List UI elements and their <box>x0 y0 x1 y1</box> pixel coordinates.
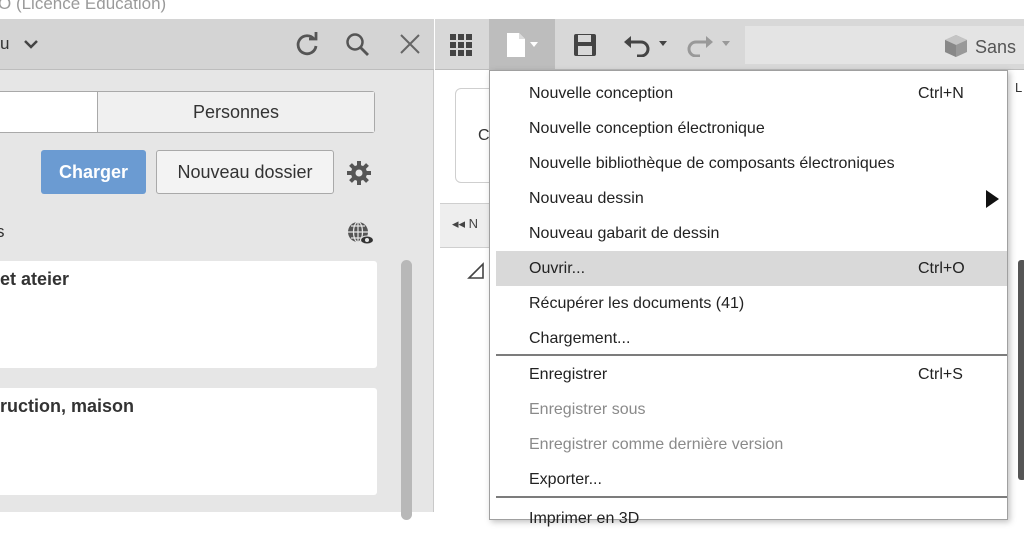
menu-item-shortcut: Ctrl+S <box>918 365 963 383</box>
triangle-icon[interactable] <box>467 262 485 280</box>
file-menu-button[interactable] <box>489 19 555 70</box>
menu-item-label: Enregistrer <box>529 365 608 383</box>
menu-item-shortcut: Ctrl+O <box>918 259 965 277</box>
side-panel-edge <box>1018 260 1024 480</box>
menu-item-exporter[interactable]: Exporter... <box>496 462 1007 497</box>
menu-item-label: Enregistrer sous <box>529 400 646 418</box>
data-panel-toolbar: u <box>0 19 434 70</box>
menu-item-nouvelle-conception[interactable]: Nouvelle conception Ctrl+N <box>496 76 1007 111</box>
menu-item-label: Nouveau gabarit de dessin <box>529 224 720 242</box>
section-label: s <box>0 222 5 241</box>
menu-item-label: Ouvrir... <box>529 259 586 277</box>
menu-item-label: Nouveau dessin <box>529 189 644 207</box>
gear-icon[interactable] <box>345 159 373 187</box>
menu-item-enregistrer-sous[interactable]: Enregistrer sous <box>496 392 1007 427</box>
close-icon[interactable] <box>397 31 423 57</box>
charger-button[interactable]: Charger <box>41 150 146 194</box>
menu-item-label: Récupérer les documents (41) <box>529 294 745 312</box>
menu-item-nouvelle-conception-electronique[interactable]: Nouvelle conception électronique <box>496 111 1007 146</box>
menu-item-chargement[interactable]: Chargement... <box>496 321 1007 356</box>
cube-icon <box>945 35 967 57</box>
menu-item-label: Chargement... <box>529 329 631 347</box>
undo-icon <box>624 35 667 57</box>
menu-separator <box>496 496 1007 498</box>
menu-item-label: Enregistrer comme dernière version <box>529 435 784 453</box>
refresh-icon[interactable] <box>294 31 320 57</box>
menu-separator <box>496 354 1007 356</box>
save-button[interactable] <box>565 19 605 70</box>
timeline-bar-label[interactable]: ◂◂ N <box>452 216 478 232</box>
app-title: O (Licence Education) <box>0 0 167 13</box>
search-icon[interactable] <box>344 31 370 57</box>
title-bar: O (Licence Education) <box>0 0 1024 19</box>
project-card[interactable]: et ateier <box>0 261 377 368</box>
document-title: Sans <box>975 37 1017 57</box>
scrollbar[interactable] <box>401 260 412 520</box>
application-toolbar: Sans <box>435 19 1024 70</box>
submenu-arrow-icon <box>986 190 999 208</box>
menu-item-nouvelle-bibliotheque[interactable]: Nouvelle bibliothèque de composants élec… <box>496 146 1007 181</box>
redo-button[interactable] <box>683 19 735 70</box>
save-icon <box>574 33 596 56</box>
menu-item-enregistrer-derniere-version[interactable]: Enregistrer comme dernière version <box>496 427 1007 462</box>
redo-icon <box>687 35 730 57</box>
data-panel: u Personnes Charger Nouveau dossier s et… <box>0 19 434 520</box>
menu-item-label: Nouvelle bibliothèque de composants élec… <box>529 154 895 172</box>
project-card[interactable]: ruction, maison <box>0 388 377 495</box>
grid-icon <box>450 33 472 56</box>
nouveau-dossier-button[interactable]: Nouveau dossier <box>156 150 334 194</box>
menu-item-label: Nouvelle conception <box>529 84 674 102</box>
grid-button[interactable] <box>443 19 479 70</box>
edge-label: L <box>1015 80 1023 95</box>
menu-item-enregistrer[interactable]: Enregistrer Ctrl+S <box>496 357 1007 392</box>
project-card-title: et ateier <box>0 269 70 289</box>
chevron-down-icon[interactable] <box>22 35 40 53</box>
menu-item-recuperer-documents[interactable]: Récupérer les documents (41) <box>496 286 1007 321</box>
file-dropdown-menu: Nouvelle conception Ctrl+N Nouvelle conc… <box>489 70 1008 527</box>
content-panel-letter: C <box>478 127 490 144</box>
menu-item-imprimer-3d[interactable]: Imprimer en 3D <box>496 501 1007 536</box>
menu-item-label: Imprimer en 3D <box>529 509 640 527</box>
tab-personnes[interactable]: Personnes <box>98 92 374 132</box>
undo-button[interactable] <box>620 19 672 70</box>
menu-item-nouveau-gabarit[interactable]: Nouveau gabarit de dessin <box>496 216 1007 251</box>
project-selector-label[interactable]: u <box>0 34 9 54</box>
menu-item-label: Nouvelle conception électronique <box>529 119 765 137</box>
project-card-title: ruction, maison <box>0 396 135 416</box>
globe-view-icon[interactable] <box>346 220 374 246</box>
menu-item-ouvrir[interactable]: Ouvrir... Ctrl+O <box>496 251 1007 286</box>
data-panel-tabs: Personnes <box>0 91 375 133</box>
menu-item-label: Exporter... <box>529 470 602 488</box>
file-icon <box>507 32 538 57</box>
menu-item-nouveau-dessin[interactable]: Nouveau dessin <box>496 181 1007 216</box>
tab-projects[interactable] <box>0 92 98 132</box>
menu-item-shortcut: Ctrl+N <box>918 84 964 102</box>
